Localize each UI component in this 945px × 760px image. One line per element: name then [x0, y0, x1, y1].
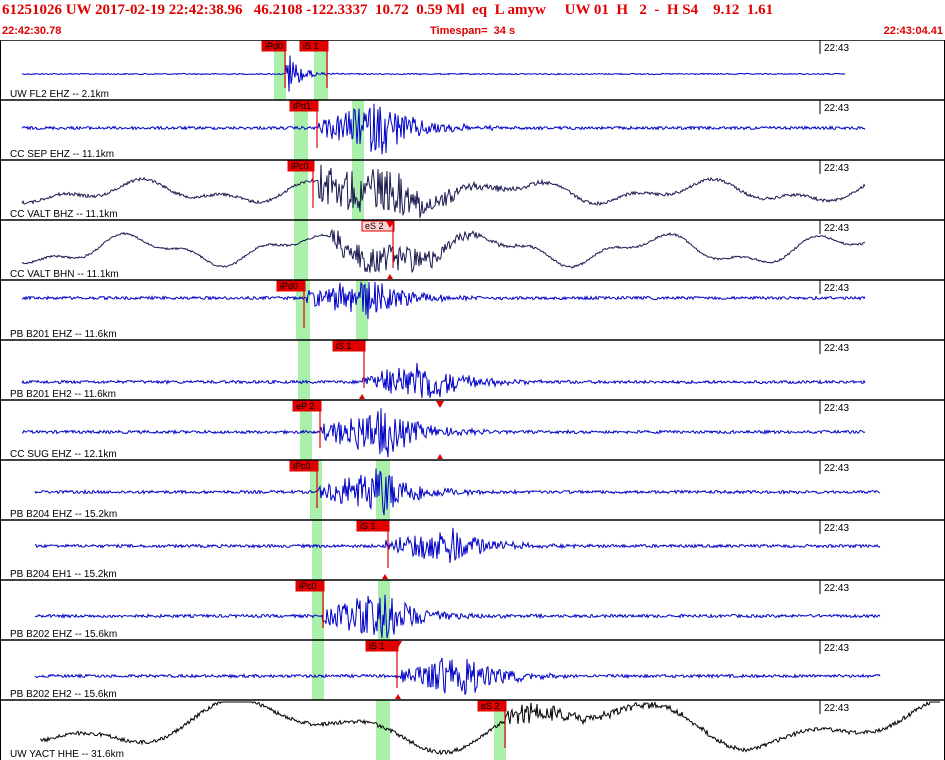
- station-label: PB B202 EH2 -- 15.6km: [10, 689, 117, 700]
- waveform-trace: [21, 164, 866, 219]
- trace-panel[interactable]: iS 1 22:43 PB B202 EH2 -- 15.6km: [0, 639, 945, 700]
- station-label: PB B201 EHZ -- 11.6km: [10, 329, 117, 340]
- trace-panel[interactable]: iS 1 22:43 PB B204 EH1 -- 15.2km: [0, 519, 945, 580]
- pick-label: iPd0: [265, 41, 283, 51]
- station-label: PB B204 EHZ -- 15.2km: [10, 509, 117, 520]
- trace-panel[interactable]: iPc0 22:43 PB B204 EHZ -- 15.2km: [0, 459, 945, 520]
- pick-window: [312, 520, 322, 580]
- waveform-trace: [34, 527, 881, 564]
- station-label: UW FL2 EHZ -- 2.1km: [10, 89, 109, 100]
- station-label: CC VALT BHZ -- 11.1km: [10, 209, 118, 220]
- station-label: CC SEP EHZ -- 11.1km: [10, 149, 114, 160]
- trace-panel[interactable]: iPc0 22:43 PB B202 EHZ -- 15.6km: [0, 579, 945, 640]
- pick-label: iS 1: [336, 341, 352, 351]
- pick-label: iPd0: [280, 281, 298, 291]
- waveform-trace: [21, 103, 866, 155]
- pick-window: [312, 640, 324, 700]
- station-label: CC VALT BHN -- 11.1km: [10, 269, 119, 280]
- trace-panel[interactable]: eS 2 22:43 CC VALT BHN -- 11.1km: [0, 219, 945, 280]
- time-tick-label: 22:43: [824, 103, 849, 114]
- time-tick-label: 22:43: [824, 403, 849, 414]
- trace-panel[interactable]: iPc0 22:43 CC VALT BHZ -- 11.1km: [0, 159, 945, 220]
- waveform-trace: [21, 228, 866, 274]
- pick-label: iS 1: [360, 521, 376, 531]
- waveform-trace: [34, 657, 881, 695]
- trace-panel[interactable]: iPd0 22:43 PB B201 EHZ -- 11.6km: [0, 279, 945, 340]
- trace-panel[interactable]: iPd1 22:43 CC SEP EHZ -- 11.1km: [0, 99, 945, 160]
- header-bar: 61251026 UW 2017-02-19 22:42:38.96 46.21…: [0, 0, 945, 40]
- waveform-trace: [21, 362, 866, 399]
- trace-panel[interactable]: eS 2 22:43 UW YACT HHE -- 31.6km: [0, 699, 945, 760]
- station-label: PB B204 EH1 -- 15.2km: [10, 569, 117, 580]
- station-label: CC SUG EHZ -- 12.1km: [10, 449, 117, 460]
- time-tick-label: 22:43: [824, 583, 849, 594]
- end-time-label: 22:43:04.41: [883, 25, 943, 37]
- station-label: UW YACT HHE -- 31.6km: [10, 749, 124, 760]
- start-time-label: 22:42:30.78: [2, 25, 62, 37]
- pick-label: iPd1: [293, 101, 311, 111]
- seismogram-plot[interactable]: iPd0 iS 1 22:43 UW FL2 EHZ -- 2.1km iPd1 22:4…: [0, 40, 945, 760]
- pick-label: iS 1: [369, 641, 385, 651]
- pick-label: eS 2: [365, 221, 384, 231]
- trace-panel[interactable]: iS 1 22:43 PB B201 EH2 -- 11.6km: [0, 339, 945, 400]
- pick-marker-bottom: [395, 694, 401, 699]
- pick-marker-bottom: [359, 394, 365, 399]
- time-tick-label: 22:43: [824, 283, 849, 294]
- pick-marker-bottom: [387, 274, 393, 279]
- waveform-trace: [21, 281, 866, 320]
- pick-label: eP 2: [296, 401, 314, 411]
- station-label: PB B201 EH2 -- 11.6km: [10, 389, 116, 400]
- amplitude-marker-bottom: [437, 454, 443, 459]
- time-tick-label: 22:43: [824, 463, 849, 474]
- pick-label: iS 1: [303, 41, 319, 51]
- waveform-trace: [21, 408, 866, 458]
- event-summary-title: 61251026 UW 2017-02-19 22:42:38.96 46.21…: [2, 2, 774, 18]
- time-tick-label: 22:43: [824, 223, 849, 234]
- waveform-trace: [21, 55, 846, 92]
- pick-window: [298, 340, 310, 400]
- pick-window: [294, 220, 308, 280]
- time-tick-label: 22:43: [824, 43, 849, 54]
- pick-label: eS 2: [481, 701, 500, 711]
- station-label: PB B202 EHZ -- 15.6km: [10, 629, 117, 640]
- waveform-trace: [34, 594, 881, 639]
- time-tick-label: 22:43: [824, 703, 849, 714]
- time-tick-label: 22:43: [824, 163, 849, 174]
- time-tick-label: 22:43: [824, 343, 849, 354]
- amplitude-marker-top: [436, 401, 444, 408]
- timespan-label: Timespan= 34 s: [430, 25, 516, 37]
- trace-panel[interactable]: iPd0 iS 1 22:43 UW FL2 EHZ -- 2.1km: [0, 40, 945, 100]
- trace-panel[interactable]: eP 2 22:43 CC SUG EHZ -- 12.1km: [0, 399, 945, 460]
- pick-label: iPc0: [299, 581, 317, 591]
- time-tick-label: 22:43: [824, 643, 849, 654]
- pick-label: iPc0: [291, 161, 309, 171]
- pick-marker-bottom: [382, 574, 388, 579]
- time-tick-label: 22:43: [824, 523, 849, 534]
- waveform-trace: [34, 468, 881, 516]
- pick-label: iPc0: [293, 461, 311, 471]
- pick-window: [376, 700, 390, 760]
